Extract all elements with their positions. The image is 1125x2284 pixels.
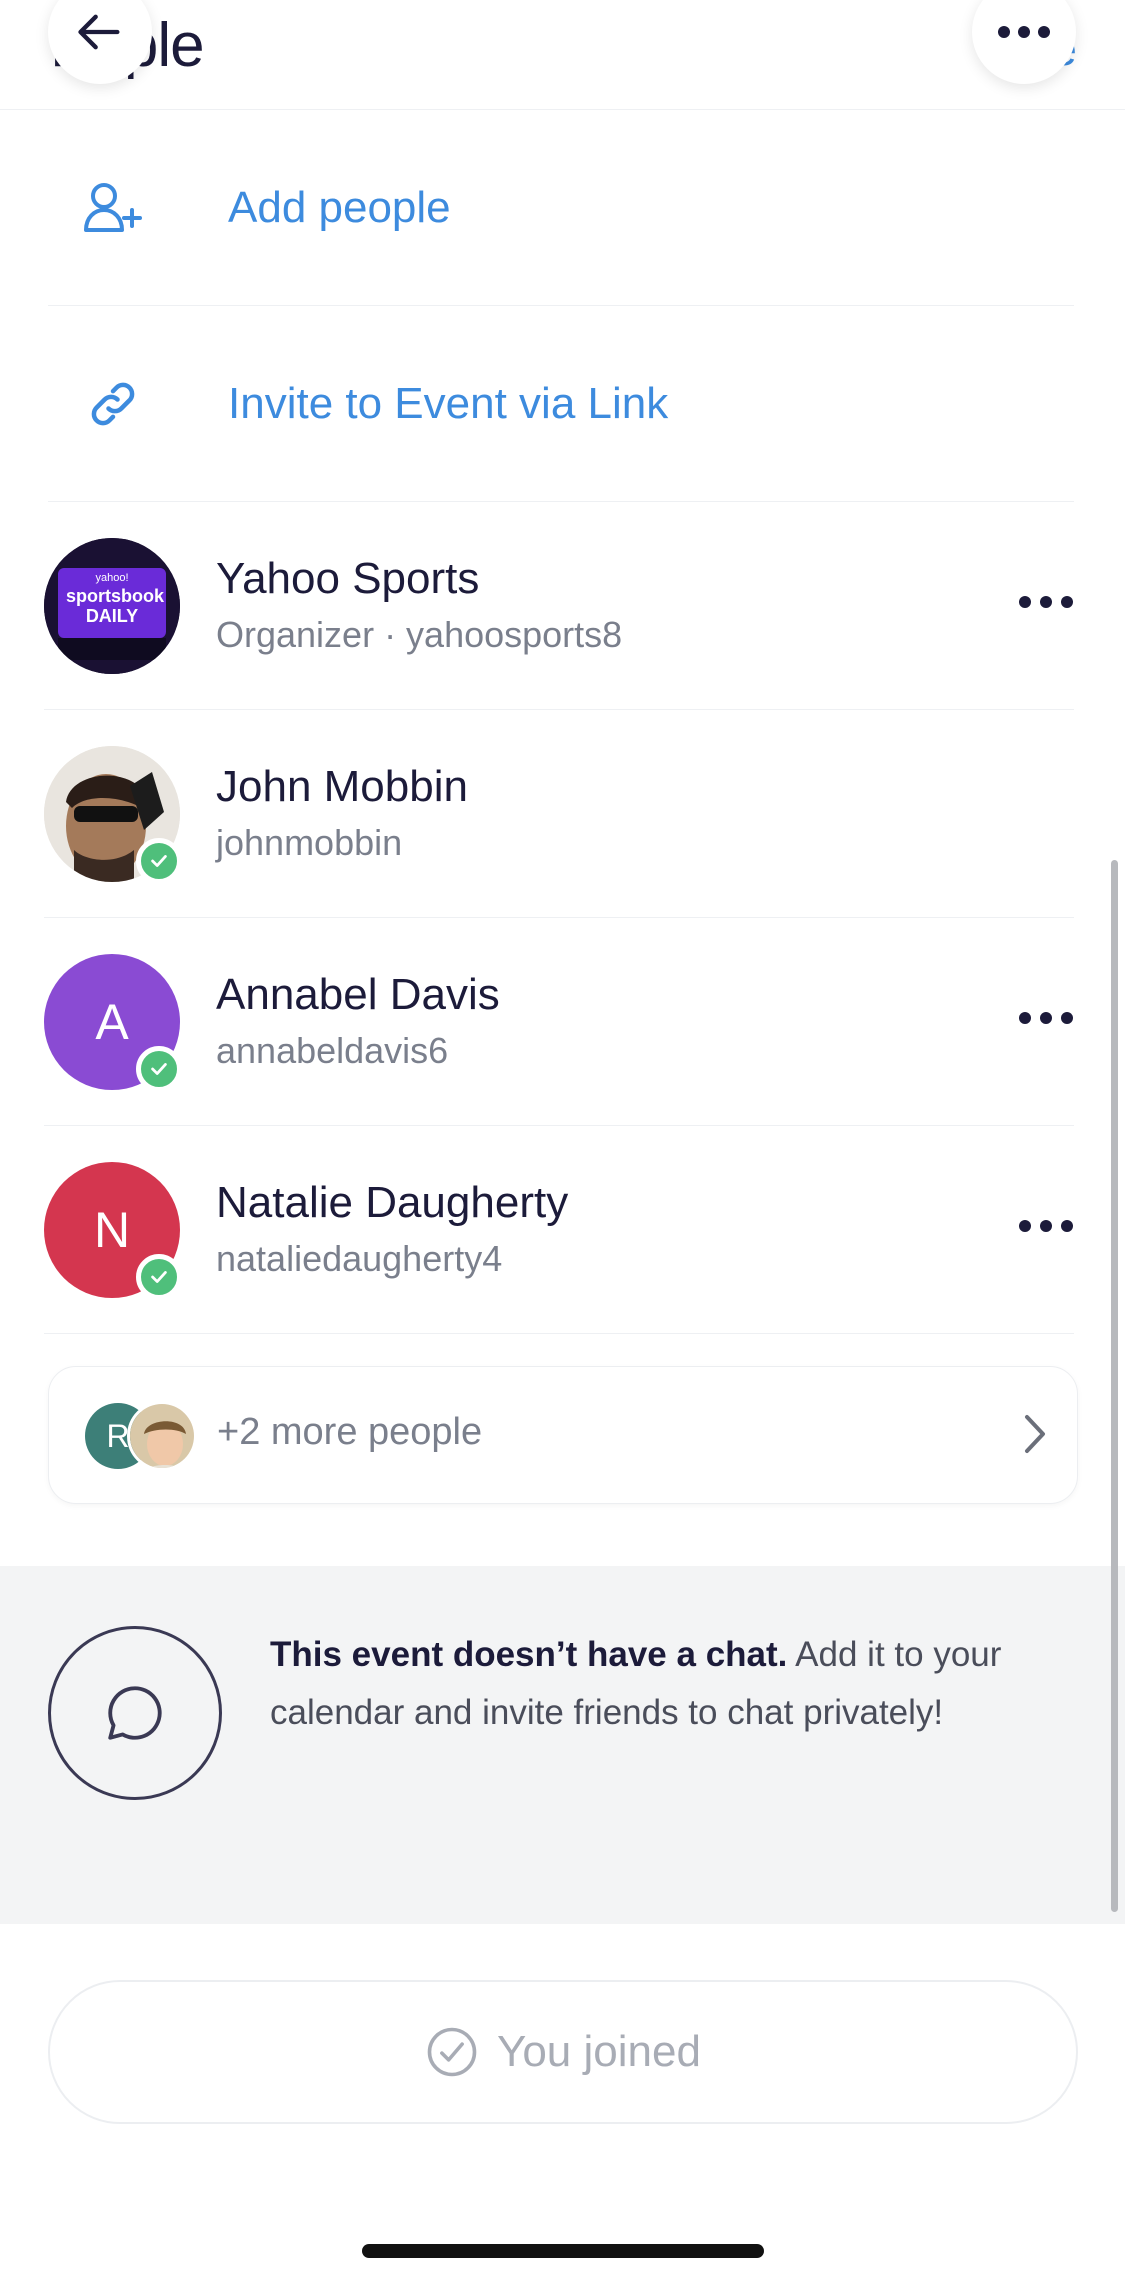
invite-link-row[interactable]: Invite to Event via Link [48,306,1074,502]
chat-notice-section: This event doesn’t have a chat. Add it t… [0,1566,1125,1924]
invite-link-label: Invite to Event via Link [228,378,669,428]
ellipsis-icon [1019,1012,1073,1024]
person-row[interactable]: John Mobbin johnmobbin [44,710,1074,918]
verified-check-icon [136,1046,182,1092]
person-row[interactable]: A Annabel Davis annabeldavis6 [44,918,1074,1126]
more-people-label: +2 more people [217,1411,483,1453]
verified-check-icon [136,1254,182,1300]
avatar-brand-text: yahoo! [95,572,129,584]
you-joined-button[interactable]: You joined [48,1980,1078,2124]
verified-check-icon [136,838,182,884]
chat-bubble-icon [48,1626,222,1800]
person-name: Yahoo Sports [216,554,480,603]
add-people-row[interactable]: Add people [48,110,1074,306]
person-name: Annabel Davis [216,970,500,1019]
person-row[interactable]: N Natalie Daugherty nataliedaugherty4 [44,1126,1074,1334]
person-plus-icon [48,180,178,236]
person-name: Natalie Daugherty [216,1178,569,1227]
person-row[interactable]: yahoo! sportsbook DAILY Yahoo Sports Org… [44,502,1074,710]
person-subtitle: Organizer · yahoosports8 [216,614,623,655]
link-icon [48,377,178,431]
row-more-button[interactable] [1014,1206,1078,1246]
row-more-button[interactable] [1014,582,1078,622]
ellipsis-icon [1019,1220,1073,1232]
person-name: John Mobbin [216,762,468,811]
avatar [127,1401,197,1471]
chevron-right-icon [1021,1411,1049,1462]
avatar-initial: N [93,1202,131,1258]
you-joined-label: You joined [497,2027,701,2076]
avatar-logo-text: sportsbook DAILY [66,586,165,626]
arrow-left-icon [78,14,120,50]
person-subtitle: annabeldavis6 [216,1030,449,1071]
more-people-button[interactable]: R +2 more people [48,1366,1078,1504]
check-circle-icon [427,2027,477,2077]
avatar: yahoo! sportsbook DAILY [44,538,180,674]
home-indicator [362,2244,764,2258]
add-people-label: Add people [228,182,451,232]
avatar-initial: A [95,994,129,1050]
person-subtitle: johnmobbin [216,822,403,863]
ellipsis-icon [1019,596,1073,608]
top-header: Pople Se [0,0,1125,110]
scrollbar[interactable] [1111,860,1118,1912]
ellipsis-icon [998,26,1050,38]
row-more-button[interactable] [1014,998,1078,1038]
chat-notice-bold: This event doesn’t have a chat. [270,1635,788,1674]
chat-notice-text: This event doesn’t have a chat. Add it t… [270,1626,1070,1742]
person-subtitle: nataliedaugherty4 [216,1238,503,1279]
